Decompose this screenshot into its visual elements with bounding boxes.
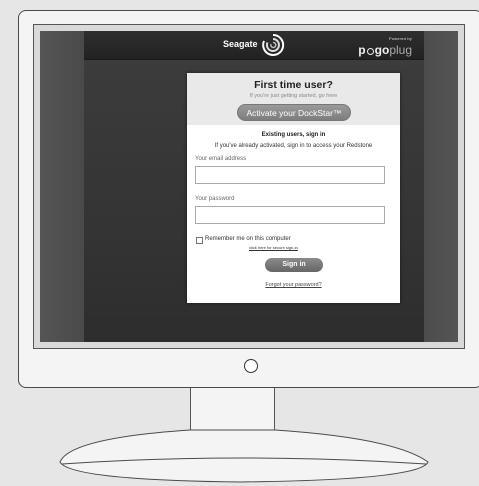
app-window: Seagate Powered by p goplug First time us… [84,31,424,342]
activate-button[interactable]: Activate your DockStar™ [237,104,351,121]
forgot-password-link[interactable]: Forgot your password? [187,282,400,288]
login-card: First time user? If you're just getting … [187,73,400,303]
email-label: Your email address [195,156,247,162]
remember-checkbox[interactable] [196,237,203,244]
screen: Seagate Powered by p goplug First time us… [40,31,458,342]
monitor: Seagate Powered by p goplug First time us… [18,10,479,388]
password-field[interactable] [195,206,385,224]
secure-signin-link[interactable]: click here for secure sign-in [249,245,298,250]
power-button-icon [244,359,258,373]
first-time-title: First time user? [254,79,333,91]
seagate-logo-icon [262,33,285,56]
first-time-subtitle: If you're just getting started, go here [249,93,338,99]
brand-name: Seagate [223,39,258,49]
sign-in-button[interactable]: Sign in [265,258,323,272]
monitor-bezel: Seagate Powered by p goplug First time us… [33,24,465,349]
email-field[interactable] [195,166,385,184]
first-time-section: First time user? If you're just getting … [187,73,400,125]
remember-label: Remember me on this computer [205,236,291,242]
password-label: Your password [195,196,235,202]
monitor-stand-base [59,429,429,483]
existing-users-heading: Existing users, sign in [261,132,326,138]
signin-note: If you've already activated, sign in to … [214,143,373,149]
top-bar: Seagate Powered by p goplug [84,31,424,60]
powered-by-pogoplug: Powered by p goplug [358,36,412,57]
pogo-ring-icon [366,48,374,55]
